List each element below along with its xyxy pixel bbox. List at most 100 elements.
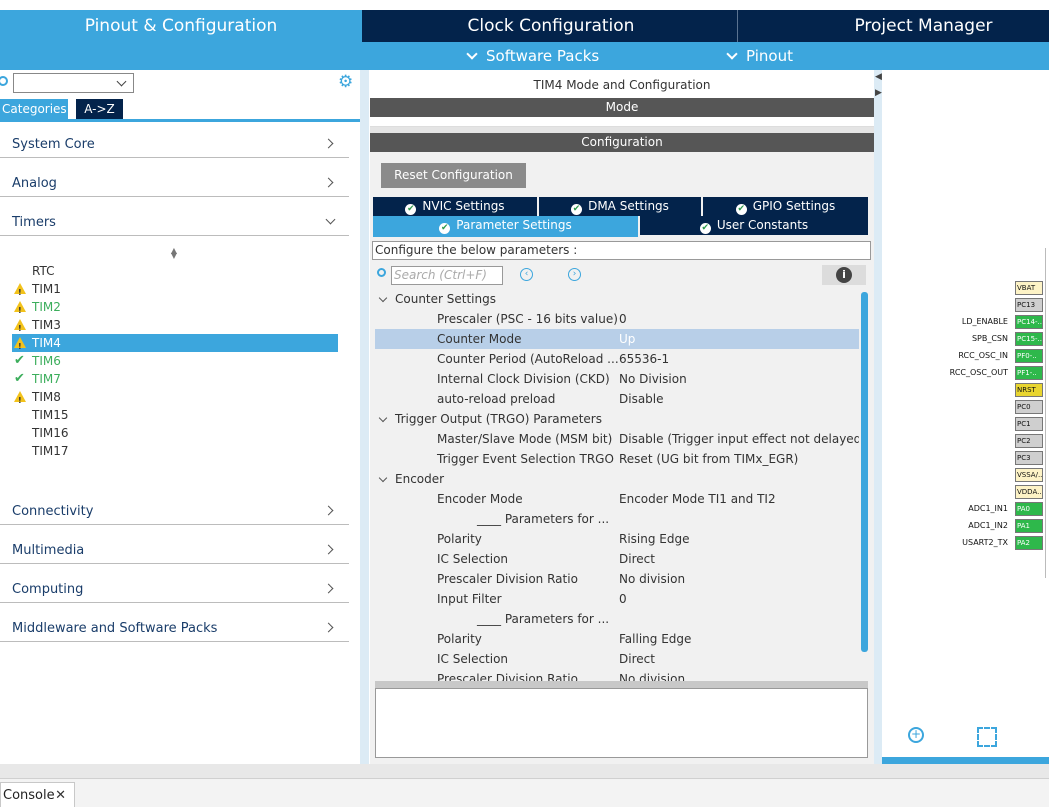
timer-item-tim15[interactable]: TIM15: [12, 406, 338, 424]
chip-pin[interactable]: NRST: [1015, 383, 1043, 397]
parameter-value[interactable]: No Division: [619, 369, 687, 389]
parameter-value[interactable]: 0: [619, 589, 627, 609]
parameter-value[interactable]: Reset (UG bit from TIMx_EGR): [619, 449, 798, 469]
tab-clock-configuration[interactable]: Clock Configuration: [366, 10, 736, 42]
chip-pin[interactable]: VBAT: [1015, 281, 1043, 295]
chip-pin[interactable]: PF1-..: [1015, 366, 1043, 380]
tab-gpio-settings[interactable]: ✔ GPIO Settings: [703, 197, 868, 216]
parameter-row[interactable]: ____ Parameters for ...: [375, 609, 859, 629]
chevron-down-icon[interactable]: [378, 473, 388, 483]
parameter-value[interactable]: Rising Edge: [619, 529, 690, 549]
parameter-value[interactable]: Direct: [619, 549, 655, 569]
next-result-icon[interactable]: ›: [568, 268, 581, 281]
fit-to-screen-icon[interactable]: [977, 727, 997, 747]
parameter-row[interactable]: auto-reload preload Disable: [375, 389, 859, 409]
parameter-row[interactable]: Input Filter 0: [375, 589, 859, 609]
chip-pin[interactable]: PC13: [1015, 298, 1043, 312]
chip-pin[interactable]: PA2: [1015, 536, 1043, 550]
chip-pin[interactable]: PA0: [1015, 502, 1043, 516]
chip-pin[interactable]: PC1: [1015, 417, 1043, 431]
parameter-value[interactable]: Disable: [619, 389, 664, 409]
parameter-value[interactable]: Encoder Mode TI1 and TI2: [619, 489, 776, 509]
timer-item-tim2[interactable]: TIM2: [12, 298, 338, 320]
category-connectivity[interactable]: Connectivity: [0, 501, 349, 525]
parameter-row[interactable]: Encoder Mode Encoder Mode TI1 and TI2: [375, 489, 859, 509]
configuration-header[interactable]: Configuration: [370, 133, 874, 152]
tab-parameter-settings[interactable]: ✔ Parameter Settings: [373, 216, 638, 237]
parameter-row[interactable]: Prescaler Division Ratio No division: [375, 569, 859, 589]
parameter-row[interactable]: Prescaler (PSC - 16 bits value) 0: [375, 309, 859, 329]
sort-icon[interactable]: ▲ ▼: [170, 247, 178, 260]
timer-item-tim4[interactable]: TIM4: [12, 334, 338, 356]
close-icon[interactable]: ✕: [55, 783, 66, 808]
previous-result-icon[interactable]: ‹: [520, 268, 533, 281]
tab-a-z[interactable]: A->Z: [76, 99, 123, 119]
chip-pin[interactable]: PC15-..: [1015, 332, 1043, 346]
parameter-value[interactable]: Direct: [619, 649, 655, 669]
category-computing[interactable]: Computing: [0, 579, 349, 603]
chevron-down-icon[interactable]: [378, 413, 388, 423]
collapse-right-icon[interactable]: ▶: [875, 88, 882, 98]
chevron-down-icon[interactable]: [378, 293, 388, 303]
category-middleware[interactable]: Middleware and Software Packs: [0, 618, 349, 642]
parameter-row[interactable]: Prescaler Division Ratio No division: [375, 669, 859, 681]
parameter-row[interactable]: Polarity Rising Edge: [375, 529, 859, 549]
scrollbar-thumb[interactable]: [861, 292, 868, 652]
tab-categories[interactable]: Categories: [0, 99, 68, 119]
horizontal-scrollbar[interactable]: [375, 681, 868, 688]
parameter-row[interactable]: ____ Parameters for ...: [375, 509, 859, 529]
zoom-in-icon[interactable]: +: [908, 727, 924, 743]
timer-item-rtc[interactable]: RTC: [12, 262, 338, 280]
parameter-row[interactable]: Trigger Event Selection TRGO Reset (UG bi…: [375, 449, 859, 469]
chip-pin[interactable]: PC3: [1015, 451, 1043, 465]
timer-item-tim17[interactable]: TIM17: [12, 442, 338, 460]
chip-pin[interactable]: VSSA/..: [1015, 468, 1043, 482]
category-multimedia[interactable]: Multimedia: [0, 540, 349, 564]
parameter-value[interactable]: No division: [619, 569, 685, 589]
parameter-row[interactable]: Counter Mode Up: [375, 329, 859, 349]
timer-item-tim1[interactable]: TIM1: [12, 280, 338, 302]
chip-pin[interactable]: PC14-..: [1015, 315, 1043, 329]
timer-item-tim16[interactable]: TIM16: [12, 424, 338, 442]
gear-icon[interactable]: ⚙: [338, 74, 355, 91]
reset-configuration-button[interactable]: Reset Configuration: [381, 163, 526, 188]
chip-pin[interactable]: VDDA..: [1015, 485, 1043, 499]
left-panel-splitter[interactable]: [360, 70, 369, 764]
mode-header[interactable]: Mode: [370, 98, 874, 117]
chip-pin[interactable]: PC0: [1015, 400, 1043, 414]
pinout-menu[interactable]: Pinout: [726, 42, 793, 70]
tree-group-row[interactable]: Encoder: [375, 469, 859, 489]
tab-pinout-configuration[interactable]: Pinout & Configuration: [0, 10, 362, 42]
tab-dma-settings[interactable]: ✔ DMA Settings: [539, 197, 701, 216]
category-timers[interactable]: Timers: [0, 212, 349, 236]
info-icon[interactable]: i: [836, 267, 852, 283]
timer-item-tim7[interactable]: ✔ TIM7: [12, 370, 338, 388]
console-tab[interactable]: Console ✕: [0, 782, 75, 807]
tab-nvic-settings[interactable]: ✔ NVIC Settings: [373, 197, 537, 216]
tab-user-constants[interactable]: ✔ User Constants: [640, 216, 868, 235]
category-system-core[interactable]: System Core: [0, 134, 349, 158]
parameter-value[interactable]: 65536-1: [619, 349, 669, 369]
parameter-search-input[interactable]: Search (Ctrl+F): [391, 266, 503, 285]
parameter-value[interactable]: Disable (Trigger input effect not delaye…: [619, 429, 859, 449]
timer-item-tim8[interactable]: TIM8: [12, 388, 338, 410]
parameter-row[interactable]: IC Selection Direct: [375, 549, 859, 569]
right-panel-splitter[interactable]: [874, 70, 882, 764]
chip-pin[interactable]: PA1: [1015, 519, 1043, 533]
parameter-value[interactable]: No division: [619, 669, 685, 681]
software-packs-menu[interactable]: Software Packs: [466, 42, 599, 70]
chip-pin[interactable]: PF0-..: [1015, 349, 1043, 363]
category-analog[interactable]: Analog: [0, 173, 349, 197]
collapse-left-icon[interactable]: ◀: [875, 72, 882, 82]
parameter-value[interactable]: 0: [619, 309, 627, 329]
parameter-row[interactable]: Master/Slave Mode (MSM bit) Disable (Trig…: [375, 429, 859, 449]
chip-view-scrollbar[interactable]: [882, 757, 1049, 764]
parameter-row[interactable]: Internal Clock Division (CKD) No Division: [375, 369, 859, 389]
tab-project-manager[interactable]: Project Manager: [798, 10, 1049, 42]
parameter-row[interactable]: IC Selection Direct: [375, 649, 859, 669]
parameter-value[interactable]: Falling Edge: [619, 629, 691, 649]
timer-item-tim6[interactable]: ✔ TIM6: [12, 352, 338, 370]
chip-pin[interactable]: PC2: [1015, 434, 1043, 448]
parameter-value[interactable]: Up: [619, 329, 635, 349]
parameter-row[interactable]: Counter Period (AutoReload ... 65536-1: [375, 349, 859, 369]
